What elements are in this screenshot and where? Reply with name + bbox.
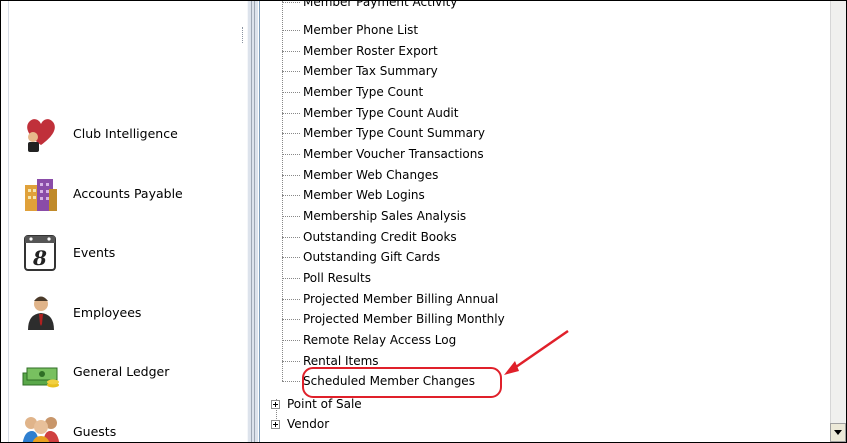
- tree-item[interactable]: Member Type Count: [282, 82, 423, 102]
- navigation-pane: Club Intelligence Accounts Payable 8 Eve…: [8, 1, 248, 442]
- tree-item-label: Poll Results: [303, 271, 371, 285]
- nav-label: General Ledger: [73, 363, 170, 379]
- svg-text:8: 8: [32, 246, 47, 270]
- tree-item[interactable]: Membership Sales Analysis: [282, 206, 466, 226]
- tree-item-label: Member Tax Summary: [303, 64, 438, 78]
- people-group-icon: [19, 409, 63, 442]
- tree-item-label: Rental Items: [303, 354, 379, 368]
- tree-item[interactable]: Member Roster Export: [282, 41, 438, 61]
- tree-item-label: Projected Member Billing Monthly: [303, 312, 505, 326]
- tree-item-label: Member Phone List: [303, 23, 419, 37]
- tree-item-label: Outstanding Credit Books: [303, 230, 457, 244]
- tree-item[interactable]: Poll Results: [282, 268, 371, 288]
- tree-node-label: Vendor: [287, 417, 330, 431]
- nav-label: Events: [73, 244, 116, 260]
- tree-item[interactable]: Member Type Count Audit: [282, 103, 458, 123]
- building-icon: [19, 171, 63, 215]
- tree-item-label: Member Web Changes: [303, 168, 439, 182]
- heart-person-icon: [19, 111, 63, 155]
- nav-label: Accounts Payable: [73, 185, 183, 201]
- pane-grip[interactable]: [242, 27, 245, 43]
- pane-splitter[interactable]: [247, 1, 258, 442]
- tree-item[interactable]: Outstanding Gift Cards: [282, 247, 440, 267]
- calendar-icon: 8: [19, 230, 63, 274]
- annotation-highlight-ellipse: [302, 367, 502, 398]
- arrow-down-icon: [834, 430, 842, 435]
- tree-item-label: Outstanding Gift Cards: [303, 250, 441, 264]
- nav-label: Club Intelligence: [73, 125, 178, 141]
- tree-item-label: Member Type Count Audit: [303, 106, 459, 120]
- tree-item[interactable]: Member Payment Activity: [282, 1, 457, 12]
- app-window: Club Intelligence Accounts Payable 8 Eve…: [0, 0, 847, 443]
- tree-item[interactable]: Remote Relay Access Log: [282, 330, 456, 350]
- tree-item-label: Member Roster Export: [303, 44, 438, 58]
- tree-item-label: Member Type Count Summary: [303, 126, 485, 140]
- tree-item[interactable]: Member Web Changes: [282, 165, 438, 185]
- nav-label: Employees: [73, 304, 142, 320]
- tree-item-label: Projected Member Billing Annual: [303, 292, 499, 306]
- tree-item[interactable]: Member Tax Summary: [282, 61, 438, 81]
- tree-item[interactable]: Member Type Count Summary: [282, 123, 485, 143]
- vertical-scrollbar[interactable]: [830, 1, 846, 442]
- nav-item-events[interactable]: 8 Events: [19, 230, 244, 274]
- tree-item-label: Remote Relay Access Log: [303, 333, 457, 347]
- tree-item-label: Member Type Count: [303, 85, 424, 99]
- tree-item[interactable]: Member Voucher Transactions: [282, 144, 484, 164]
- tree-item[interactable]: Outstanding Credit Books: [282, 227, 457, 247]
- nav-item-employees[interactable]: Employees: [19, 290, 244, 334]
- nav-item-accounts-payable[interactable]: Accounts Payable: [19, 171, 244, 215]
- tree-item-label: Member Voucher Transactions: [303, 147, 484, 161]
- tree-item-label: Member Web Logins: [303, 188, 425, 202]
- person-tie-icon: [19, 290, 63, 334]
- money-stack-icon: [19, 349, 63, 393]
- nav-item-club-intelligence[interactable]: Club Intelligence: [19, 111, 244, 155]
- nav-item-general-ledger[interactable]: General Ledger: [19, 349, 244, 393]
- tree-item-label: Membership Sales Analysis: [303, 209, 467, 223]
- tree-item-label: Member Payment Activity: [303, 1, 458, 9]
- tree-item[interactable]: Projected Member Billing Annual: [282, 289, 498, 309]
- tree-node-label: Point of Sale: [287, 397, 362, 411]
- tree-item[interactable]: Projected Member Billing Monthly: [282, 309, 505, 329]
- nav-label: Guests: [73, 423, 117, 439]
- expand-plus-icon[interactable]: [271, 420, 280, 429]
- nav-item-guests[interactable]: Guests: [19, 409, 244, 442]
- scroll-down-button[interactable]: [830, 423, 846, 442]
- tree-item[interactable]: Member Web Logins: [282, 185, 425, 205]
- expand-plus-icon[interactable]: [271, 400, 280, 409]
- tree-node-vendor[interactable]: Vendor: [271, 414, 329, 434]
- tree-item[interactable]: Member Phone List: [282, 20, 418, 40]
